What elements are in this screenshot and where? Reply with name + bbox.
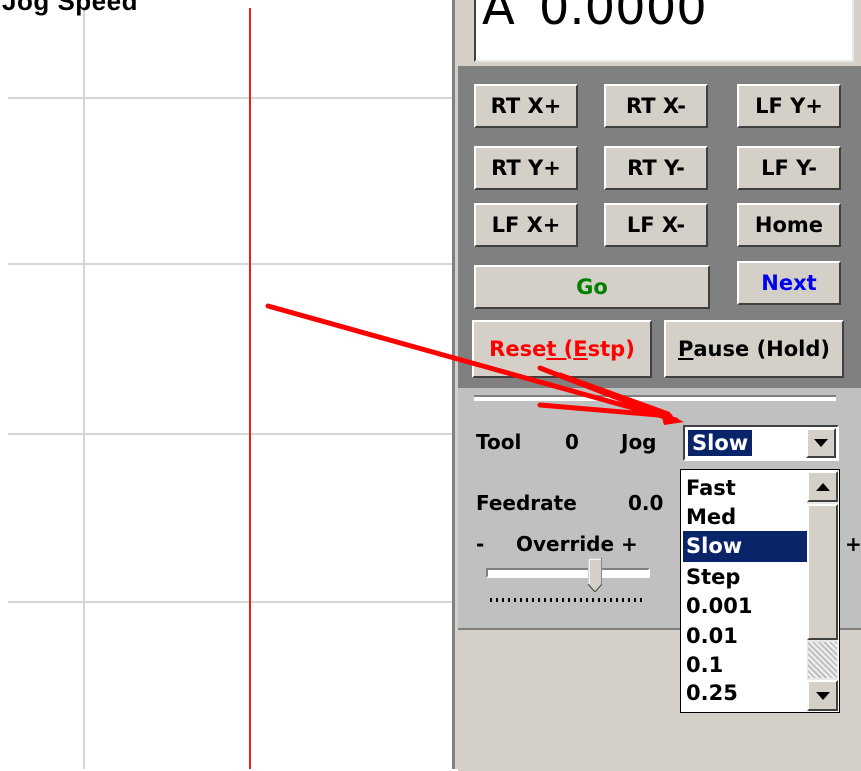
lf-x-plus-button[interactable]: LF X+ xyxy=(474,203,578,247)
dro-axis-label: A xyxy=(482,0,515,36)
pause-hold-button[interactable]: Pause (Hold) xyxy=(664,320,844,378)
grid-line xyxy=(8,97,452,99)
pause-label-a: P xyxy=(677,337,694,361)
next-button[interactable]: Next xyxy=(737,261,841,305)
tool-label: Tool xyxy=(476,430,522,454)
grid-line xyxy=(83,8,85,769)
jog-option-0-1[interactable]: 0.1 xyxy=(683,650,812,681)
jog-option-step[interactable]: Step xyxy=(683,562,812,593)
grid-line xyxy=(8,263,452,265)
rt-y-plus-button[interactable]: RT Y+ xyxy=(474,146,578,190)
rt-y-minus-button[interactable]: RT Y- xyxy=(604,146,708,190)
home-button[interactable]: Home xyxy=(737,203,841,247)
page-title: Jog Speed xyxy=(2,0,138,16)
y-axis-line xyxy=(249,8,251,769)
lf-x-minus-button[interactable]: LF X- xyxy=(604,203,708,247)
dro-axis-value: 0.0000 xyxy=(538,0,707,36)
override-slider-ticks xyxy=(490,598,646,602)
override-slider-thumb[interactable] xyxy=(587,557,603,593)
status-separator xyxy=(474,395,836,401)
jog-label: Jog xyxy=(621,430,657,454)
jog-speed-select[interactable]: Slow xyxy=(683,425,839,461)
reset-label-b: t ( xyxy=(546,337,574,361)
scroll-down-button[interactable] xyxy=(807,680,838,711)
dropdown-scrollbar[interactable] xyxy=(807,471,838,711)
jog-speed-selected-value: Slow xyxy=(688,430,753,456)
override-label: Override + xyxy=(516,532,638,556)
go-button[interactable]: Go xyxy=(474,265,710,309)
chevron-down-icon xyxy=(814,439,828,447)
reset-label-d: stp) xyxy=(587,337,635,361)
reset-estop-button[interactable]: Rese t (Estp) xyxy=(472,320,652,378)
reset-label-a: Rese xyxy=(489,337,547,361)
lf-y-minus-button[interactable]: LF Y- xyxy=(737,146,841,190)
chevron-up-icon xyxy=(815,482,830,491)
rt-x-plus-button[interactable]: RT X+ xyxy=(474,84,578,128)
feedrate-label: Feedrate xyxy=(476,491,577,515)
override-slider-track[interactable] xyxy=(486,568,650,578)
reset-label-c: E xyxy=(573,337,588,361)
jog-speed-dropdown-button[interactable] xyxy=(806,428,836,458)
jog-option-fast[interactable]: Fast xyxy=(683,473,812,504)
tool-value: 0 xyxy=(565,430,579,454)
scroll-track[interactable] xyxy=(808,642,837,678)
jog-option-med[interactable]: Med xyxy=(683,502,812,533)
scroll-thumb[interactable] xyxy=(807,504,838,640)
scroll-up-button[interactable] xyxy=(807,471,838,502)
jog-option-0-25[interactable]: 0.25 xyxy=(683,678,812,709)
lf-y-plus-button[interactable]: LF Y+ xyxy=(737,84,841,128)
feedrate-value: 0.0 xyxy=(628,491,664,515)
toolpath-display xyxy=(0,0,452,769)
rt-x-minus-button[interactable]: RT X- xyxy=(604,84,708,128)
grid-line xyxy=(8,433,452,435)
jog-option-0-01[interactable]: 0.01 xyxy=(683,621,812,652)
right-plus: + xyxy=(845,532,861,556)
dro-readout: A 0.0000 xyxy=(482,0,707,36)
jog-speed-dropdown-list[interactable]: Fast Med Slow Step 0.001 0.01 0.1 0.25 xyxy=(680,469,840,713)
jog-option-0-001[interactable]: 0.001 xyxy=(683,591,812,622)
override-minus: - xyxy=(476,532,485,556)
jog-option-slow[interactable]: Slow xyxy=(683,531,812,562)
pause-label-b: ause (Hold) xyxy=(693,337,830,361)
panel-divider xyxy=(452,0,455,769)
grid-line xyxy=(8,601,452,603)
chevron-down-icon xyxy=(815,691,830,700)
